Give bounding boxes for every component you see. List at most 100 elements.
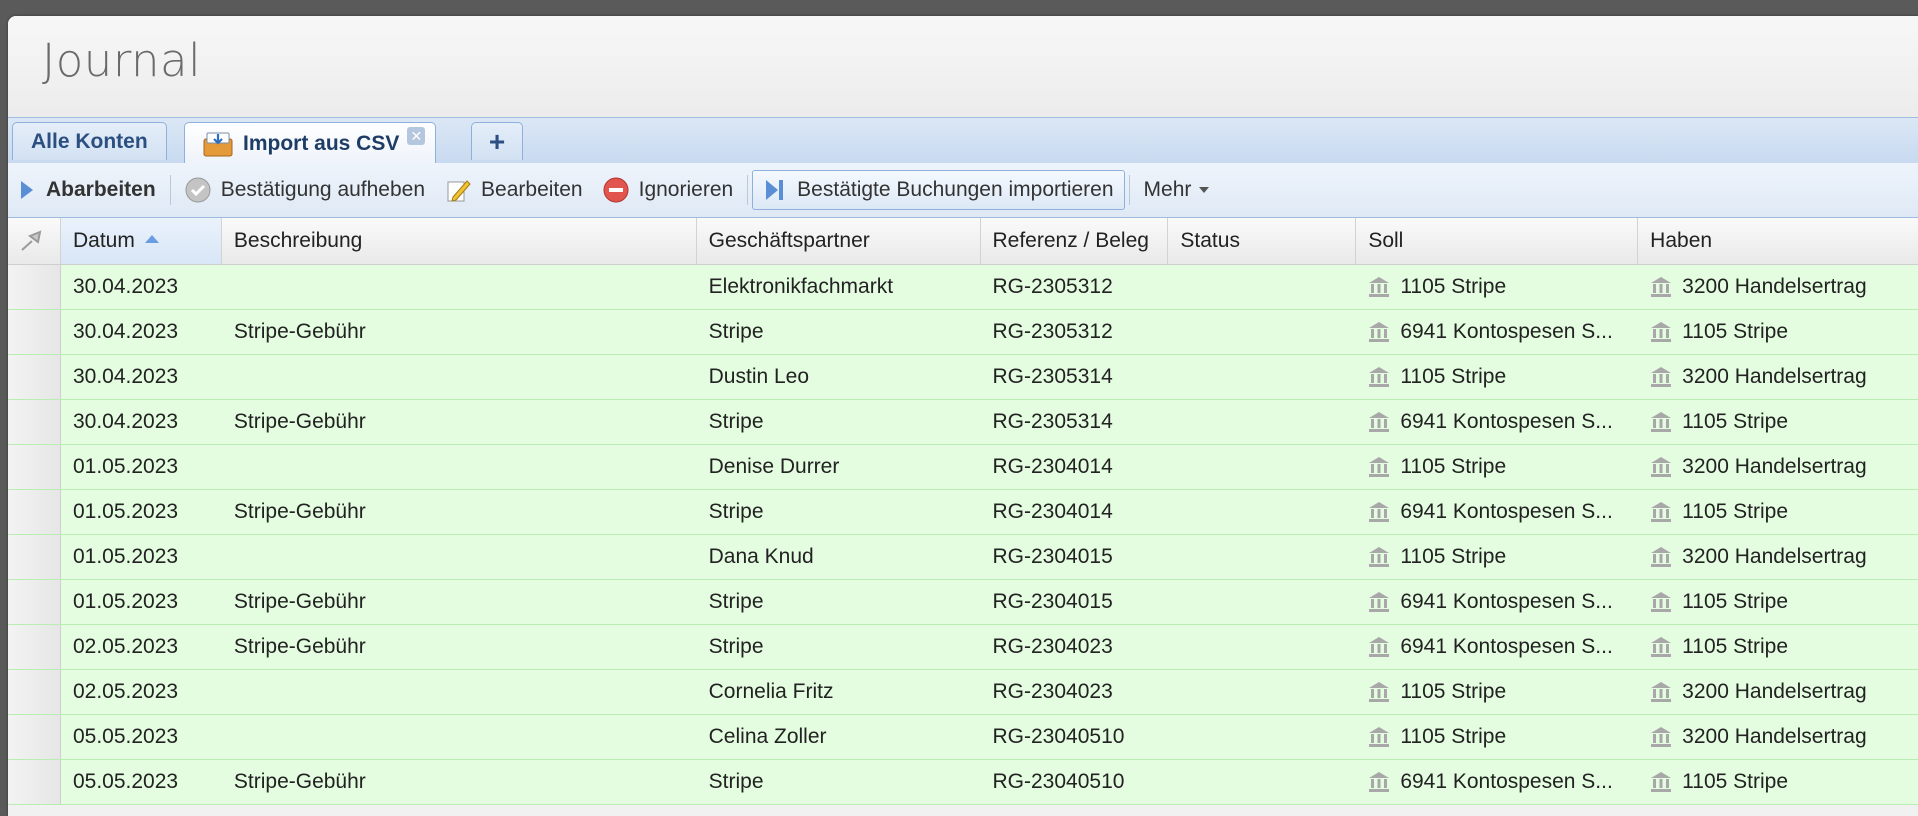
cell-description[interactable] — [222, 445, 697, 489]
cell-description[interactable]: Stripe-Gebühr — [222, 580, 697, 624]
column-header-haben[interactable]: Haben — [1638, 218, 1918, 264]
select-all-column[interactable] — [8, 218, 61, 264]
cell-status[interactable] — [1168, 445, 1356, 489]
cell-debit[interactable]: 1105 Stripe — [1356, 265, 1638, 309]
cell-partner[interactable]: Cornelia Fritz — [697, 670, 981, 714]
cell-partner[interactable]: Dana Knud — [697, 535, 981, 579]
row-selector[interactable] — [8, 535, 61, 579]
row-selector[interactable] — [8, 310, 61, 354]
cell-description[interactable] — [222, 715, 697, 759]
cell-reference[interactable]: RG-2305314 — [981, 400, 1169, 444]
cell-description[interactable]: Stripe-Gebühr — [222, 400, 697, 444]
cell-reference[interactable]: RG-2305312 — [981, 265, 1169, 309]
cell-description[interactable]: Stripe-Gebühr — [222, 490, 697, 534]
cell-date[interactable]: 01.05.2023 — [61, 535, 222, 579]
process-button[interactable]: Abarbeiten — [8, 170, 166, 210]
cell-date[interactable]: 30.04.2023 — [61, 400, 222, 444]
cell-partner[interactable]: Stripe — [697, 490, 981, 534]
close-icon[interactable]: ✕ — [407, 127, 426, 145]
cell-credit[interactable]: 3200 Handelsertrag — [1638, 355, 1918, 399]
cell-reference[interactable]: RG-2304015 — [981, 580, 1169, 624]
cell-status[interactable] — [1168, 580, 1356, 624]
cell-date[interactable]: 01.05.2023 — [61, 490, 222, 534]
cell-reference[interactable]: RG-2305314 — [981, 355, 1169, 399]
cell-credit[interactable]: 1105 Stripe — [1638, 400, 1918, 444]
tab-csv-import[interactable]: Import aus CSV ✕ — [184, 122, 437, 164]
cell-date[interactable]: 30.04.2023 — [61, 310, 222, 354]
cell-reference[interactable]: RG-2304014 — [981, 445, 1169, 489]
cell-credit[interactable]: 1105 Stripe — [1638, 490, 1918, 534]
cell-partner[interactable]: Celina Zoller — [697, 715, 981, 759]
cell-description[interactable] — [222, 265, 697, 309]
cell-credit[interactable]: 3200 Handelsertrag — [1638, 265, 1918, 309]
cell-reference[interactable]: RG-23040510 — [981, 760, 1169, 804]
table-row[interactable]: 01.05.2023 Stripe-Gebühr Stripe RG-2304014 6… — [8, 490, 1918, 535]
table-row[interactable]: 02.05.2023 Stripe-Gebühr Stripe RG-2304023 6… — [8, 625, 1918, 670]
cell-description[interactable] — [222, 355, 697, 399]
cell-reference[interactable]: RG-23040510 — [981, 715, 1169, 759]
row-selector[interactable] — [8, 490, 61, 534]
cell-date[interactable]: 01.05.2023 — [61, 580, 222, 624]
add-tab-button[interactable]: + — [471, 122, 523, 160]
table-row[interactable]: 01.05.2023 Stripe-Gebühr Stripe RG-2304015 6… — [8, 580, 1918, 625]
cell-status[interactable] — [1168, 535, 1356, 579]
cell-credit[interactable]: 1105 Stripe — [1638, 310, 1918, 354]
import-confirmed-button[interactable]: Bestätigte Buchungen importieren — [752, 170, 1125, 210]
cell-date[interactable]: 05.05.2023 — [61, 715, 222, 759]
cell-debit[interactable]: 6941 Kontospesen S... — [1356, 310, 1638, 354]
cell-credit[interactable]: 1105 Stripe — [1638, 625, 1918, 669]
cell-description[interactable]: Stripe-Gebühr — [222, 760, 697, 804]
cell-credit[interactable]: 1105 Stripe — [1638, 760, 1918, 804]
cell-status[interactable] — [1168, 760, 1356, 804]
cell-credit[interactable]: 3200 Handelsertrag — [1638, 445, 1918, 489]
cell-credit[interactable]: 3200 Handelsertrag — [1638, 715, 1918, 759]
row-selector[interactable] — [8, 625, 61, 669]
cell-date[interactable]: 02.05.2023 — [61, 670, 222, 714]
edit-button[interactable]: Bearbeiten — [435, 170, 593, 210]
cell-status[interactable] — [1168, 670, 1356, 714]
cell-status[interactable] — [1168, 490, 1356, 534]
column-header-status[interactable]: Status — [1168, 218, 1357, 264]
cell-debit[interactable]: 6941 Kontospesen S... — [1356, 580, 1638, 624]
cell-date[interactable]: 01.05.2023 — [61, 445, 222, 489]
cell-partner[interactable]: Stripe — [697, 760, 981, 804]
cell-debit[interactable]: 6941 Kontospesen S... — [1356, 625, 1638, 669]
cell-reference[interactable]: RG-2304023 — [981, 670, 1169, 714]
cell-date[interactable]: 30.04.2023 — [61, 355, 222, 399]
row-selector[interactable] — [8, 670, 61, 714]
cell-debit[interactable]: 1105 Stripe — [1356, 535, 1638, 579]
row-selector[interactable] — [8, 715, 61, 759]
cell-status[interactable] — [1168, 715, 1356, 759]
cell-status[interactable] — [1168, 400, 1356, 444]
column-header-referenz[interactable]: Referenz / Beleg — [981, 218, 1169, 264]
cell-status[interactable] — [1168, 265, 1356, 309]
cell-debit[interactable]: 1105 Stripe — [1356, 670, 1638, 714]
table-row[interactable]: 02.05.2023 Cornelia Fritz RG-2304023 1105 S… — [8, 670, 1918, 715]
row-selector[interactable] — [8, 760, 61, 804]
cell-date[interactable]: 02.05.2023 — [61, 625, 222, 669]
tab-all-accounts[interactable]: Alle Konten — [12, 122, 167, 160]
cell-credit[interactable]: 3200 Handelsertrag — [1638, 535, 1918, 579]
cell-debit[interactable]: 1105 Stripe — [1356, 445, 1638, 489]
cell-date[interactable]: 05.05.2023 — [61, 760, 222, 804]
cell-description[interactable] — [222, 670, 697, 714]
table-row[interactable]: 30.04.2023 Stripe-Gebühr Stripe RG-2305312 6… — [8, 310, 1918, 355]
column-header-beschreibung[interactable]: Beschreibung — [222, 218, 697, 264]
cell-partner[interactable]: Stripe — [697, 310, 981, 354]
table-row[interactable]: 05.05.2023 Celina Zoller RG-23040510 1105 S… — [8, 715, 1918, 760]
cell-description[interactable] — [222, 535, 697, 579]
cell-debit[interactable]: 1105 Stripe — [1356, 355, 1638, 399]
cell-debit[interactable]: 6941 Kontospesen S... — [1356, 400, 1638, 444]
ignore-button[interactable]: Ignorieren — [593, 170, 744, 210]
more-menu-button[interactable]: Mehr — [1134, 170, 1220, 210]
cell-partner[interactable]: Stripe — [697, 580, 981, 624]
row-selector[interactable] — [8, 445, 61, 489]
table-row[interactable]: 05.05.2023 Stripe-Gebühr Stripe RG-23040510… — [8, 760, 1918, 805]
table-row[interactable]: 30.04.2023 Stripe-Gebühr Stripe RG-2305314 6… — [8, 400, 1918, 445]
cell-credit[interactable]: 1105 Stripe — [1638, 580, 1918, 624]
cell-reference[interactable]: RG-2304023 — [981, 625, 1169, 669]
column-header-soll[interactable]: Soll — [1356, 218, 1639, 264]
row-selector[interactable] — [8, 400, 61, 444]
cell-description[interactable]: Stripe-Gebühr — [222, 625, 697, 669]
row-selector[interactable] — [8, 265, 61, 309]
